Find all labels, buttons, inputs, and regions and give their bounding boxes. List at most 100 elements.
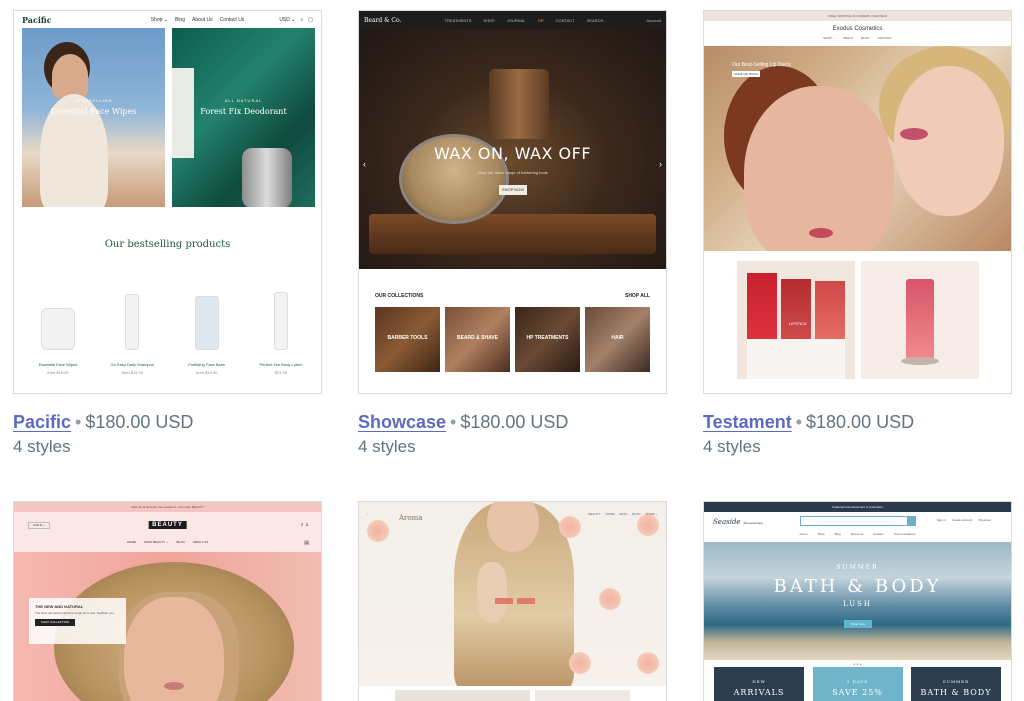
beauty-box-title: THE NEW AND NATURAL [35, 604, 84, 609]
testament-product-lipstick: LIPSTICK [737, 261, 855, 379]
promo-tile-title: BATH & BODY [920, 688, 992, 697]
testament-hero-caption: Our Best-Selling Lip Duo's [732, 62, 791, 68]
seaside-account-link: Checkout [978, 518, 991, 522]
seaside-account-link: Create account [951, 518, 973, 522]
theme-styles-count: 4 styles [13, 437, 71, 456]
beauty-box-button: SHOP COLLECTION [35, 619, 75, 626]
showcase-headline: WAX ON, WAX OFF [433, 144, 592, 163]
theme-card-beauty[interactable]: 20% off all skincare this weekend - Use … [13, 501, 322, 701]
pacific-logo: Pacific [22, 14, 52, 25]
seaside-hero: SUMMER BATH & BODY LUSH Shop Now [704, 542, 1011, 660]
promo-tile-kicker: 3 DAYS [846, 679, 869, 684]
seaside-nav-item: Blog [834, 532, 841, 536]
pacific-product-grid: Essential Face Wipes from $18.00 Go Easy… [28, 291, 311, 375]
theme-card-testament[interactable]: FREE SHIPPING ON ORDERS OVER $100 Exodus… [703, 10, 1012, 457]
seaside-hero-sub: LUSH [842, 600, 873, 608]
promo-tile-title: SAVE 25% [832, 688, 883, 697]
collection-tile: BARBER TOOLS [375, 307, 440, 372]
pacific-hero-right: ALL NATURAL Forest Fix Deodorant [172, 28, 315, 207]
beauty-box-text: The best, all-natural skincare range for… [35, 611, 115, 615]
search-icon: ⌕ [300, 16, 304, 23]
showcase-nav-item: TREATMENTS [444, 17, 472, 23]
promo-tile-kicker: SUMMER [942, 679, 970, 684]
pacific-hero-left-kicker: BESTSELLING [74, 98, 113, 103]
showcase-nav-item: JOURNAL [506, 17, 526, 23]
separator-dot: • [75, 412, 82, 432]
product-price: from $18.00 [47, 370, 69, 375]
beauty-nav-item: ABOUT US [192, 540, 209, 544]
theme-preview-showcase[interactable]: Beard & Co. TREATMENTS SHOP JOURNAL TIP … [358, 10, 667, 394]
theme-preview-seaside[interactable]: Featured announcement or promotion Seasi… [703, 501, 1012, 701]
aroma-hero: ⌕ BEAUTY HOME BATH BLOG MORE ⌄ Aroma [359, 502, 666, 686]
seaside-logo-sub: Personal Care [743, 521, 763, 525]
promo-tile: SUMMER BATH & BODY [911, 667, 1001, 701]
promo-tile-title: ARRIVALS [733, 688, 785, 697]
beauty-currency: CAD $ ⌄ [28, 522, 50, 529]
seaside-hero-title: BATH & BODY [773, 576, 942, 597]
cart-icon: ▤ [304, 540, 309, 546]
collection-tile: BEARD & SHAVE [445, 307, 510, 372]
seaside-top-bar: Featured announcement or promotion [704, 502, 1011, 512]
theme-title-link[interactable]: Showcase [358, 412, 446, 432]
showcase-nav-item: TIP [537, 17, 544, 23]
pacific-hero-right-title: Forest Fix Deodorant [200, 107, 287, 116]
theme-styles-count: 4 styles [703, 437, 761, 456]
aroma-logo: Aroma [399, 514, 423, 522]
theme-card-showcase[interactable]: Beard & Co. TREATMENTS SHOP JOURNAL TIP … [358, 10, 667, 457]
seaside-nav-item: About Us [850, 532, 864, 536]
product-card[interactable]: Essential Face Wipes from $18.00 [28, 291, 88, 375]
theme-title-link[interactable]: Testament [703, 412, 792, 432]
promo-tile: NEW ARRIVALS [714, 667, 804, 701]
showcase-logo: Beard & Co. [364, 16, 402, 24]
collection-tile-label: HP TREATMENTS [526, 335, 569, 341]
theme-title-link[interactable]: Pacific [13, 412, 71, 432]
beauty-nav-item: SHOP BEAUTY ⌄ [143, 540, 169, 544]
theme-card-seaside[interactable]: Featured announcement or promotion Seasi… [703, 501, 1012, 701]
theme-preview-pacific[interactable]: Pacific Shop ⌄ Blog About Us Contact Us … [13, 10, 322, 394]
seaside-account-link: Sign in [936, 518, 946, 522]
search-icon [907, 517, 915, 525]
theme-card-pacific[interactable]: Pacific Shop ⌄ Blog About Us Contact Us … [13, 10, 322, 457]
collection-tile-label: HAIR [611, 335, 624, 341]
product-card[interactable]: Go Easy Daily Shampoo from $12.00 [102, 291, 162, 375]
search-icon: ⌕ ♙ [300, 522, 309, 528]
pacific-hero-left: BESTSELLING Essential Face Wipes [22, 28, 165, 207]
theme-price: $180.00 USD [85, 412, 194, 432]
theme-preview-beauty[interactable]: 20% off all skincare this weekend - Use … [13, 501, 322, 701]
theme-preview-aroma[interactable]: ⌕ BEAUTY HOME BATH BLOG MORE ⌄ Aroma [358, 501, 667, 701]
seaside-nav-item: Theme Features [893, 532, 916, 536]
seaside-nav-item: Home [799, 532, 808, 536]
product-name: Go Easy Daily Shampoo [110, 362, 155, 367]
pacific-nav-item: Blog [174, 16, 185, 23]
testament-brand: Exodus Cosmetics [832, 26, 883, 32]
product-card[interactable]: Fortifying Face Balm from $14.00 [177, 291, 237, 375]
testament-lip-label: LIPSTICK [789, 321, 807, 326]
testament-hero: Our Best-Selling Lip Duo's SHOP LIP DUOS [704, 46, 1011, 251]
aroma-nav-item: BLOG [632, 512, 641, 516]
product-name: Fortifying Face Balm [188, 362, 225, 367]
seaside-search [800, 516, 916, 526]
theme-price: $180.00 USD [806, 412, 915, 432]
product-card[interactable]: Perfect Zen Body Lotion $21.99 [251, 291, 311, 375]
aroma-nav-item: MORE ⌄ [645, 512, 658, 516]
collection-tile-label: BEARD & SHAVE [456, 335, 499, 341]
showcase-nav-item: SHOP [483, 17, 495, 23]
showcase-hero: WAX ON, WAX OFF Shop our latest range of… [359, 29, 666, 269]
pacific-currency: USD ⌄ [279, 16, 296, 23]
collection-tile: HP TREATMENTS [515, 307, 580, 372]
theme-preview-testament[interactable]: FREE SHIPPING ON ORDERS OVER $100 Exodus… [703, 10, 1012, 394]
product-price: $21.99 [274, 370, 288, 375]
collection-tile-label: BARBER TOOLS [387, 335, 428, 341]
testament-announcement: FREE SHIPPING ON ORDERS OVER $100 [704, 11, 1011, 21]
product-name: Essential Face Wipes [38, 362, 78, 367]
chevron-left-icon: ‹ [363, 159, 366, 169]
seaside-promo-tiles: NEW ARRIVALS 3 DAYS SAVE 25% SUMMER BATH… [714, 667, 1001, 701]
pacific-nav-item: About Us [192, 16, 213, 23]
pacific-hero-right-kicker: ALL NATURAL [224, 98, 263, 103]
search-icon: ⌕ [367, 512, 369, 516]
showcase-collections-title: OUR COLLECTIONS [375, 293, 424, 299]
seaside-nav-item: Contact [873, 532, 884, 536]
pacific-hero-left-title: Essential Face Wipes [50, 107, 137, 116]
theme-card-aroma[interactable]: ⌕ BEAUTY HOME BATH BLOG MORE ⌄ Aroma [358, 501, 667, 701]
seaside-hero-kicker: SUMMER [836, 564, 879, 571]
